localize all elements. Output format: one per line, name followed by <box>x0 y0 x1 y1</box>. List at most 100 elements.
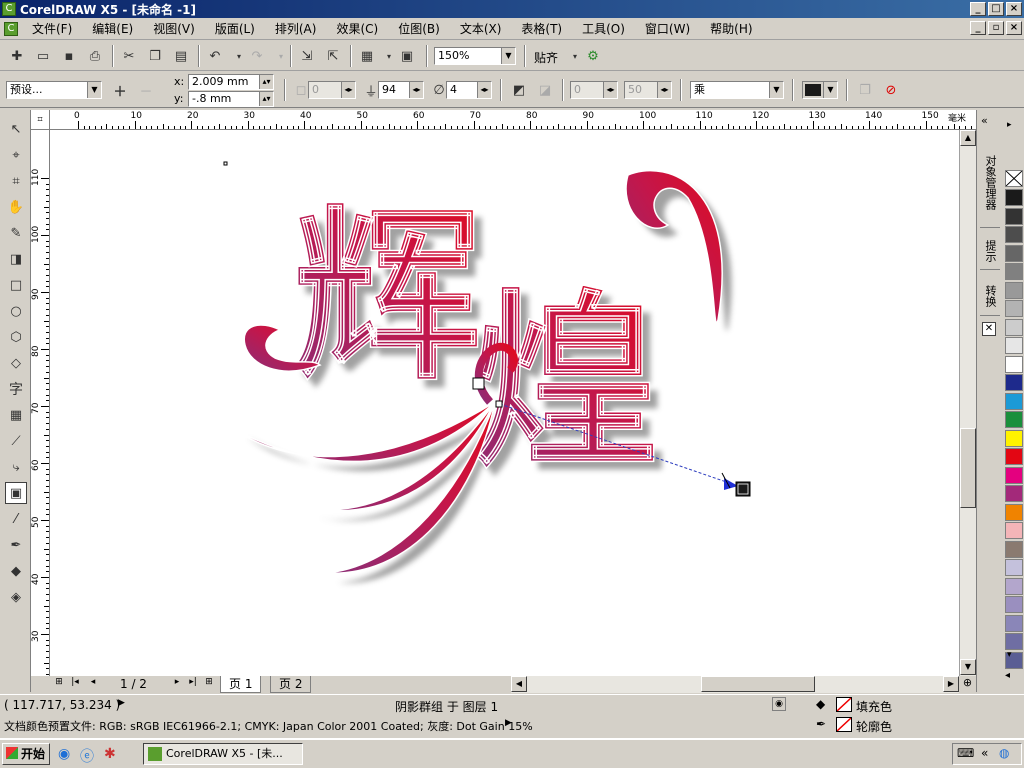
interactive-fill-tool-icon[interactable]: ◈ <box>5 586 27 608</box>
polygon-tool-icon[interactable]: ⬡ <box>5 326 27 348</box>
color-swatch[interactable] <box>1005 577 1023 595</box>
palette-scroll-down-icon[interactable]: ▾ <box>1007 650 1012 660</box>
menu-view[interactable]: 视图(V) <box>143 20 205 37</box>
horizontal-scroll-thumb[interactable] <box>701 676 815 692</box>
shape-tool-icon[interactable]: ⌖ <box>5 144 27 166</box>
spin-arrows-icon[interactable]: ◂▸ <box>409 82 423 98</box>
color-swatch[interactable] <box>1005 263 1023 280</box>
palette-flyout-icon[interactable]: ◂ <box>1005 670 1010 681</box>
shadow-color-picker[interactable]: ▼ <box>802 81 838 99</box>
shadow-start-handle[interactable] <box>472 377 485 390</box>
page-tab-2[interactable]: 页 2 <box>270 676 312 693</box>
text-tool-icon[interactable]: 字 <box>5 378 27 400</box>
add-page-after-icon[interactable]: ⊞ <box>202 677 216 687</box>
expand-docker-icon[interactable]: « <box>981 114 988 127</box>
spin-arrows-icon[interactable]: ◂▸ <box>341 82 355 98</box>
menu-layout[interactable]: 版面(L) <box>205 20 265 37</box>
previous-page-icon[interactable]: ◂ <box>86 677 100 687</box>
color-swatch[interactable] <box>1005 281 1023 299</box>
close-button[interactable]: × <box>1006 2 1022 16</box>
scroll-up-icon[interactable]: ▲ <box>960 130 976 146</box>
shadow-feathering-field[interactable]: 4 ◂▸ <box>446 81 492 99</box>
color-swatch[interactable] <box>1005 522 1023 539</box>
zoom-level-select[interactable]: 150% ▼ <box>434 47 516 65</box>
color-swatch[interactable] <box>1005 596 1023 613</box>
x-position-field[interactable]: 2.009 mm ▴▾ <box>188 74 274 90</box>
shadow-angle-field[interactable]: 0 ◂▸ <box>308 81 356 99</box>
horizontal-scrollbar[interactable]: ◀ ▶ <box>511 676 959 693</box>
smart-fill-tool-icon[interactable]: ◨ <box>5 248 27 270</box>
spin-arrows-icon[interactable]: ◂▸ <box>657 82 671 98</box>
menu-text[interactable]: 文本(X) <box>450 20 512 37</box>
color-swatch[interactable] <box>1005 226 1023 243</box>
spin-arrows-icon[interactable]: ◂▸ <box>603 82 617 98</box>
copy-icon[interactable]: ❐ <box>144 45 166 67</box>
ellipse-tool-icon[interactable]: ○ <box>5 300 27 322</box>
drop-shadow-tool-icon[interactable]: ▣ <box>5 482 27 504</box>
ie-quicklaunch-icon[interactable]: ⓔ <box>80 746 94 766</box>
fill-none-swatch[interactable] <box>836 697 852 712</box>
artwork-group[interactable]: 辉 煌 <box>234 170 723 574</box>
start-button[interactable]: 开始 <box>2 743 50 765</box>
menu-table[interactable]: 表格(T) <box>511 20 572 37</box>
options-icon[interactable]: ⚙ <box>582 45 604 67</box>
menu-edit[interactable]: 编辑(E) <box>82 20 143 37</box>
shadow-fade-field[interactable]: 0 ◂▸ <box>570 81 618 99</box>
drawing-canvas[interactable]: 辉 煌 辉 煌 <box>50 130 959 676</box>
first-page-icon[interactable]: |◂ <box>68 677 82 687</box>
menu-help[interactable]: 帮助(H) <box>700 20 762 37</box>
doc-restore-button[interactable]: ▫ <box>988 21 1004 35</box>
ruler-origin-icon[interactable]: ⌗ <box>31 110 50 130</box>
color-swatch[interactable] <box>1005 318 1023 336</box>
color-swatch[interactable] <box>1005 503 1023 521</box>
color-swatch[interactable] <box>1005 633 1023 650</box>
vertical-scrollbar[interactable]: ▲ ▼ <box>959 130 976 676</box>
shadow-stretch-field[interactable]: 50 ◂▸ <box>624 81 672 99</box>
color-swatch[interactable] <box>1005 448 1023 465</box>
paste-icon[interactable]: ▤ <box>170 45 192 67</box>
scroll-down-icon[interactable]: ▼ <box>960 659 976 675</box>
doc-minimize-button[interactable]: _ <box>970 21 986 35</box>
eyedropper-tool-icon[interactable]: ⁄ <box>5 508 27 530</box>
transparency-operation-select[interactable]: 乘 ▼ <box>690 81 784 99</box>
copy-shadow-properties-icon[interactable]: ❐ <box>854 79 876 101</box>
doc-close-button[interactable]: × <box>1006 21 1022 35</box>
page-tab-1[interactable]: 页 1 <box>220 676 262 693</box>
undo-icon[interactable]: ↶ <box>204 45 226 67</box>
spin-arrows-icon[interactable]: ▴▾ <box>259 75 273 89</box>
color-swatch[interactable] <box>1005 466 1023 484</box>
open-folder-icon[interactable]: ▭ <box>32 45 54 67</box>
menu-arrange[interactable]: 排列(A) <box>265 20 327 37</box>
next-page-icon[interactable]: ▸ <box>170 677 184 687</box>
new-document-icon[interactable]: ✚ <box>6 45 28 67</box>
feather-edges-icon[interactable]: ◪ <box>534 79 556 101</box>
browser-quicklaunch-icon[interactable]: ◉ <box>58 746 70 762</box>
tray-expand-icon[interactable]: « <box>981 746 988 760</box>
redo-dropdown-icon[interactable]: ▾ <box>270 45 292 67</box>
vertical-scroll-thumb[interactable] <box>960 428 976 508</box>
docker-tab-transform[interactable]: 转换 <box>980 276 1000 316</box>
basic-shapes-tool-icon[interactable]: ◇ <box>5 352 27 374</box>
pick-tool-icon[interactable]: ↖ <box>5 118 27 140</box>
color-swatch[interactable] <box>1005 189 1023 206</box>
color-swatch[interactable] <box>1005 337 1023 354</box>
keyboard-icon[interactable]: ⌨ <box>957 746 974 760</box>
color-swatch[interactable] <box>1005 374 1023 391</box>
remove-preset-icon[interactable]: － <box>135 79 157 101</box>
menu-window[interactable]: 窗口(W) <box>635 20 700 37</box>
menu-tools[interactable]: 工具(O) <box>572 20 635 37</box>
color-swatch[interactable] <box>1005 614 1023 632</box>
vertical-ruler[interactable]: 110 100 90 80 70 60 50 40 30 <box>31 130 50 676</box>
zoom-navigator-icon[interactable]: ⊕ <box>959 676 976 693</box>
last-page-icon[interactable]: ▸| <box>186 677 200 687</box>
docker-tab-hints[interactable]: 提示 <box>980 232 1000 270</box>
horizontal-ruler[interactable]: 0 10 20 30 40 50 60 70 80 90 100 110 120 130 140 150 毫米 <box>50 110 976 130</box>
no-color-swatch[interactable] <box>1005 170 1023 187</box>
color-swatch[interactable] <box>1005 411 1023 428</box>
document-icon[interactable]: C <box>4 21 18 36</box>
outline-pen-tool-icon[interactable]: ✒ <box>5 534 27 556</box>
color-swatch[interactable] <box>1005 207 1023 225</box>
color-swatch[interactable] <box>1005 300 1023 317</box>
color-swatch[interactable] <box>1005 485 1023 502</box>
scroll-left-icon[interactable]: ◀ <box>511 676 527 692</box>
